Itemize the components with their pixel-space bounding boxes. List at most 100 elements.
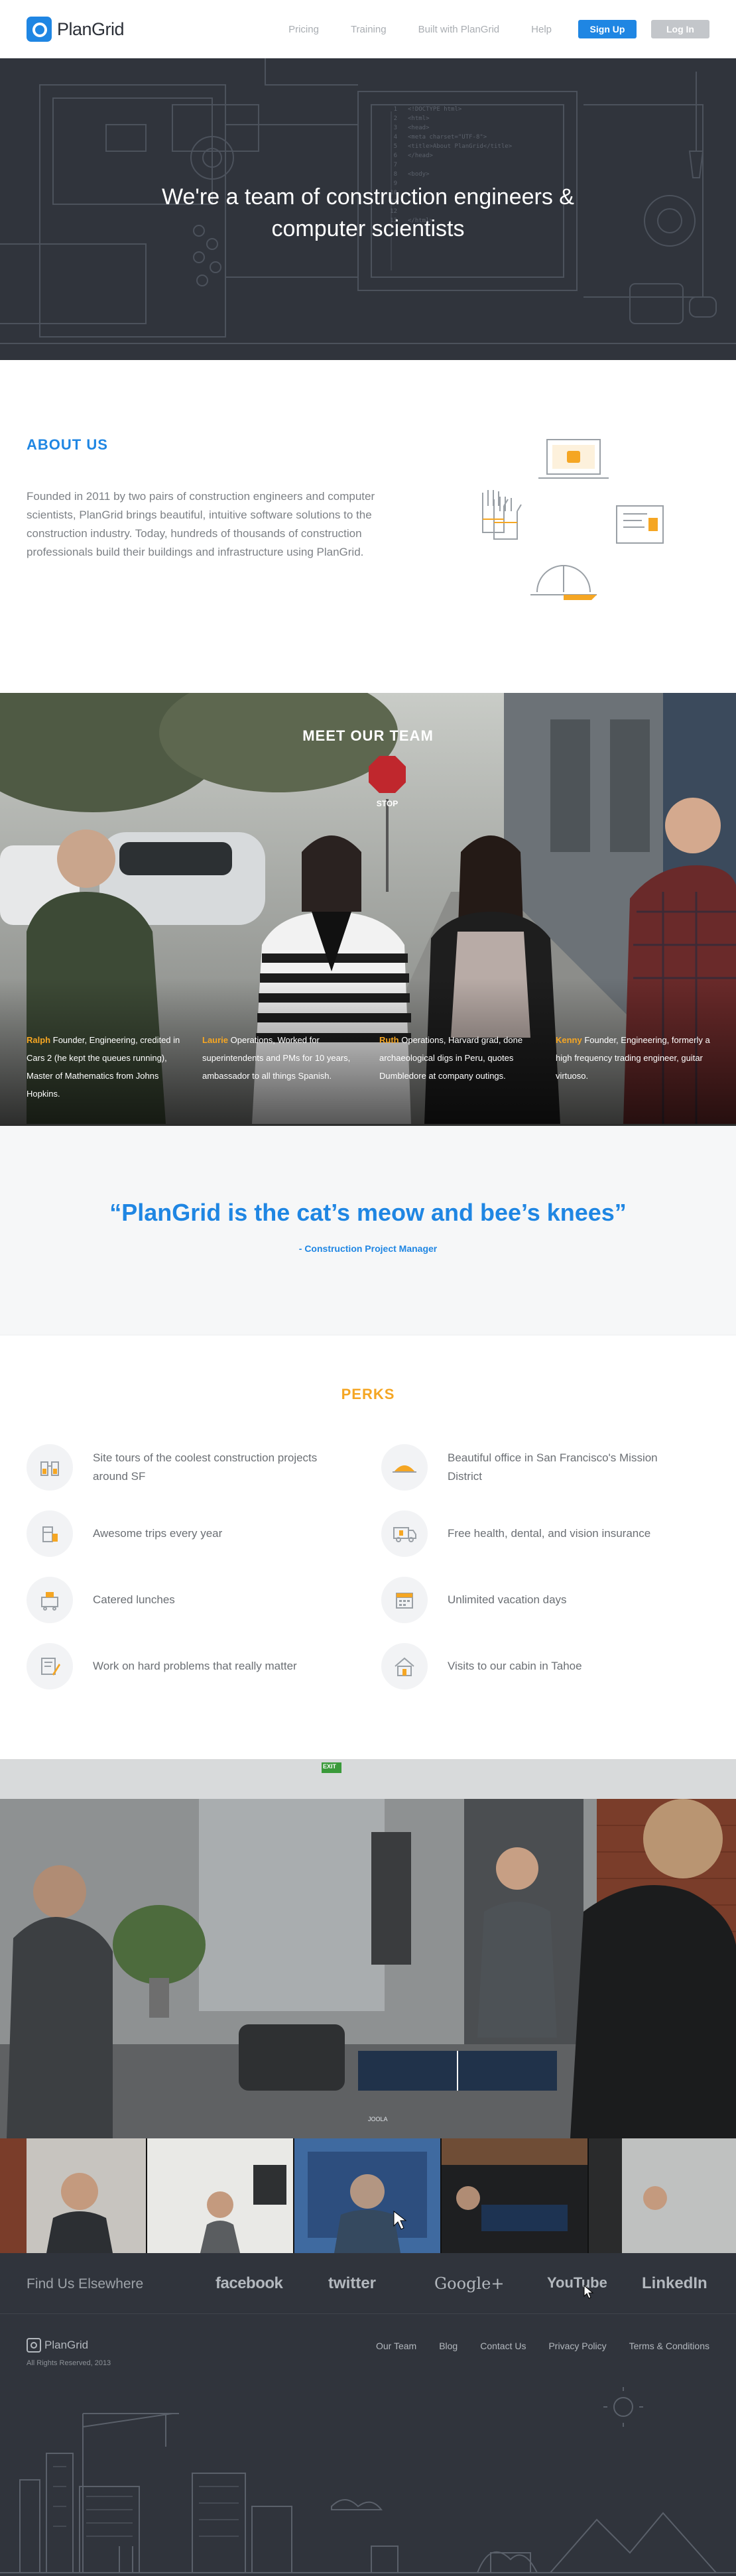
testimonial-author: - Construction Project Manager [298,1243,438,1254]
linkedin-link[interactable]: LinkedIn [642,2274,707,2293]
nav-built-with-plangrid[interactable]: Built with PlanGrid [418,24,500,35]
sign-up-button[interactable]: Sign Up [578,20,637,38]
laptop-icon [538,439,609,479]
office-photo-scene [0,1759,736,2138]
mouse-cursor-icon [583,2285,594,2299]
log-in-button[interactable]: Log In [651,20,709,38]
perk-item: Beautiful office in San Francisco's Miss… [381,1444,673,1491]
perk-item: Catered lunches [27,1577,318,1623]
line-number: 8 [393,171,397,178]
line-number: 6 [393,153,397,159]
ambulance-icon [381,1510,428,1557]
member-name: Laurie [202,1035,229,1045]
gloves-icon [482,490,522,540]
blueprint-doc-icon [616,505,664,544]
office-thumb[interactable] [294,2138,442,2253]
cabin-icon [381,1643,428,1689]
code-line: <head> [408,125,430,131]
perk-item: Visits to our cabin in Tahoe [381,1643,673,1689]
social-label: Find Us Elsewhere [27,2276,144,2292]
about-illustration [482,439,664,600]
about-text: Founded in 2011 by two pairs of construc… [27,490,375,558]
copyright: All Rights Reserved, 2013 [27,2359,111,2367]
line-number: 4 [393,134,397,141]
office-thumb[interactable] [0,2138,147,2253]
perk-text: Awesome trips every year [93,1527,223,1540]
site-header: PlanGrid Pricing Training Built with Pla… [0,0,736,58]
office-thumb[interactable] [147,2138,294,2253]
footer-logo-text: PlanGrid [44,2339,89,2351]
perk-text: Visits to our cabin in Tahoe [448,1660,582,1672]
perks-title: PERKS [341,1386,395,1402]
hero-title-line-1: We're a team of construction engineers & [162,184,574,210]
google-plus-link[interactable]: Google+ [434,2274,504,2293]
line-number: 7 [393,162,397,168]
perk-text: Free health, dental, and vision insuranc… [448,1527,651,1540]
footer-logo[interactable]: PlanGrid [27,2338,88,2353]
team-title: MEET OUR TEAM [302,727,434,744]
perk-text: Beautiful office in San Francisco's Miss… [448,1451,658,1483]
perk-text: Work on hard problems that really matter [93,1660,297,1672]
stop-sign-text: STOP [376,799,399,808]
footer-links: Our Team Blog Contact Us Privacy Policy … [353,2341,709,2351]
hero-title-line-2: computer scientists [271,216,465,241]
calendar-icon [381,1577,428,1623]
logo-text: PlanGrid [57,19,125,39]
plangrid-logo[interactable]: PlanGrid [27,17,125,42]
perk-item: Awesome trips every year [27,1510,318,1557]
line-number: 5 [393,143,397,150]
main-nav: Pricing Training Built with PlanGrid Hel… [288,20,709,38]
hard-hat-icon [530,565,597,600]
perks-section: PERKS Site tours of the coolest construc… [0,1335,736,1759]
nav-help[interactable]: Help [531,24,552,35]
twitter-link[interactable]: twitter [328,2274,376,2293]
line-number: 3 [393,125,397,131]
page: PlanGrid Pricing Training Built with Pla… [0,0,736,2576]
ping-pong-table-label: JOOLA [368,2116,388,2122]
office-photo-strip [0,2138,736,2253]
perk-text: Catered lunches [93,1593,175,1606]
member-name: Ralph [27,1035,51,1045]
perk-item: Unlimited vacation days [381,1577,673,1623]
nav-pricing[interactable]: Pricing [288,24,319,35]
plangrid-logo-icon [27,17,52,42]
footer-link-privacy-policy[interactable]: Privacy Policy [548,2341,606,2351]
line-number: 2 [393,115,397,122]
testimonial-section: “PlanGrid is the cat’s meow and bee’s kn… [0,1126,736,1335]
footer-link-terms[interactable]: Terms & Conditions [629,2341,709,2351]
member-name: Kenny [556,1035,582,1045]
code-line: </head> [408,153,433,159]
member-bio-text: Operations, Harvard grad, done archaeolo… [379,1035,523,1081]
facebook-link[interactable]: facebook [215,2274,283,2293]
testimonial-quote: “PlanGrid is the cat’s meow and bee’s kn… [109,1199,627,1226]
code-line: <body> [408,171,430,178]
plane-icon [27,1510,73,1557]
team-member-bio: Ralph Founder, Engineering, credited in … [27,1031,182,1103]
social-links-bar: Find Us Elsewhere facebook twitter Googl… [0,2253,736,2314]
footer-link-our-team[interactable]: Our Team [376,2341,416,2351]
exit-sign: EXIT [323,1763,337,1770]
binoculars-icon [27,1444,73,1491]
perk-item: Free health, dental, and vision insuranc… [381,1510,673,1557]
line-number: 1 [393,106,397,113]
lunch-cart-icon [27,1577,73,1623]
about-title: ABOUT US [27,436,108,453]
blueprint-pencil-icon [27,1643,73,1689]
team-member-bio: Kenny Founder, Engineering, formerly a h… [556,1031,711,1085]
office-thumb[interactable] [442,2138,589,2253]
youtube-link[interactable]: YouTube [547,2274,607,2292]
footer-cityscape-illustration [0,2387,736,2573]
site-footer: PlanGrid All Rights Reserved, 2013 Our T… [0,2314,736,2576]
perk-text: Unlimited vacation days [448,1593,567,1606]
footer-link-blog[interactable]: Blog [439,2341,458,2351]
office-thumb[interactable] [589,2138,736,2253]
plangrid-logo-icon [27,2338,41,2353]
golden-gate-icon [381,1444,428,1491]
perk-item: Site tours of the coolest construction p… [27,1444,318,1491]
footer-link-contact-us[interactable]: Contact Us [480,2341,526,2351]
about-section: ABOUT US Founded in 2011 by two pairs of… [0,360,736,693]
perk-text: Site tours of the coolest construction p… [93,1451,318,1483]
perk-item: Work on hard problems that really matter [27,1643,318,1689]
nav-training[interactable]: Training [351,24,387,35]
